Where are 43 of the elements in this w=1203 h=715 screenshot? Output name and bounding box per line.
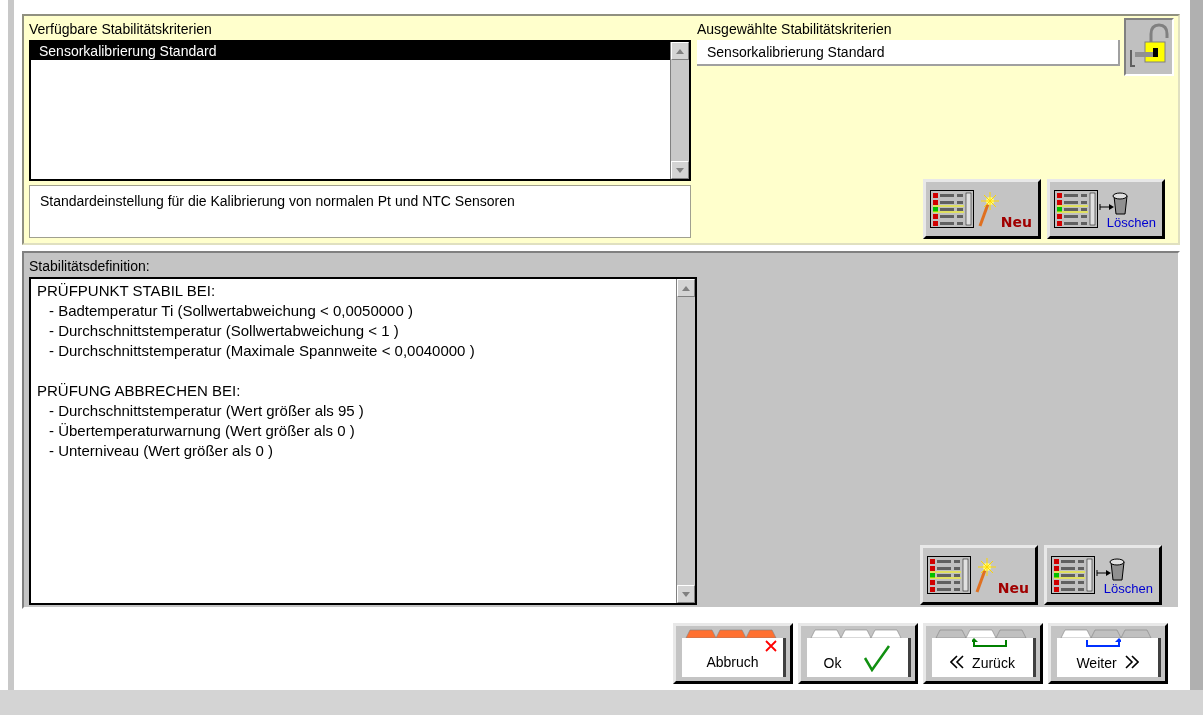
scroll-down-button[interactable] — [671, 161, 689, 179]
new-button[interactable]: Neu — [920, 545, 1038, 605]
section-label: Verfügbare Stabilitätskriterien — [29, 20, 213, 39]
folder-tabs-icon — [934, 628, 1028, 638]
cross-icon — [765, 640, 777, 652]
scroll-down-button[interactable] — [677, 585, 695, 603]
condition-line: - Übertemperaturwarnung (Wert größer als 0 ) — [48, 421, 356, 441]
new-button[interactable]: Neu — [923, 179, 1041, 239]
checkmark-icon — [863, 643, 892, 672]
double-chevron-right-icon — [1124, 654, 1139, 669]
down-arrow-icon — [676, 167, 684, 173]
condition-heading: PRÜFPUNKT STABIL BEI: — [37, 281, 217, 301]
section-label: Ausgewählte Stabilitätskriterien — [697, 20, 893, 39]
delete-button[interactable]: Löschen — [1044, 545, 1162, 605]
condition-line: - Durchschnittstemperatur (Sollwertabweichung < 1 ) — [48, 321, 400, 341]
condition-heading: PRÜFUNG ABBRECHEN BEI: — [37, 381, 242, 401]
ok-button[interactable]: Ok — [798, 623, 918, 684]
back-button[interactable]: Zurück — [923, 623, 1043, 684]
condition-line: - Unterniveau (Wert größer als 0 ) — [48, 441, 274, 461]
folder-tabs-icon — [1059, 628, 1153, 638]
double-chevron-left-icon — [950, 654, 965, 669]
return-arrow-icon — [972, 638, 1008, 648]
scroll-up-button[interactable] — [671, 42, 689, 60]
up-arrow-icon — [676, 48, 684, 54]
condition-line: - Durchschnittstemperatur (Maximale Spannweite < 0,0040000 ) — [48, 341, 476, 361]
folder-tabs-icon — [684, 628, 778, 638]
cancel-button[interactable]: Abbruch — [673, 623, 793, 684]
scroll-up-button[interactable] — [677, 279, 695, 297]
section-label: Stabilitätsdefinition: — [29, 257, 151, 276]
scrollbar[interactable] — [670, 42, 689, 179]
condition-line: - Durchschnittstemperatur (Wert größer als 95 ) — [48, 401, 365, 421]
scrollbar[interactable] — [676, 279, 695, 603]
up-arrow-icon — [682, 285, 690, 291]
condition-line: - Badtemperatur Ti (Sollwertabweichung < 0,0050000 ) — [48, 301, 414, 321]
next-button[interactable]: Weiter — [1048, 623, 1168, 684]
forward-arrow-icon — [1085, 638, 1121, 648]
delete-button[interactable]: Löschen — [1047, 179, 1165, 239]
selected-criteria-field[interactable]: Sensorkalibrierung Standard — [697, 40, 1120, 66]
description-field: Standardeinstellung für die Kalibrierung von normalen Pt und NTC Sensoren — [29, 185, 691, 238]
down-arrow-icon — [682, 591, 690, 597]
list-item[interactable]: Sensorkalibrierung Standard — [31, 42, 670, 60]
folder-tabs-icon — [809, 628, 903, 638]
lock-button[interactable] — [1124, 18, 1174, 76]
